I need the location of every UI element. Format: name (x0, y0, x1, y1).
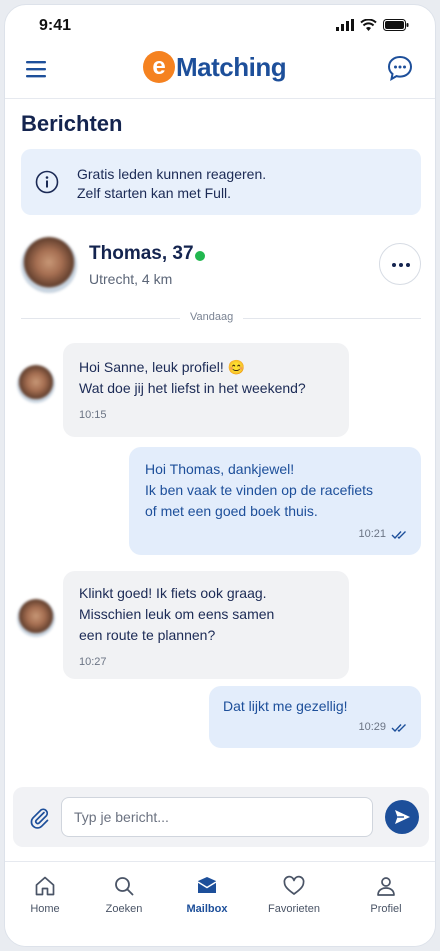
mail-icon (197, 877, 217, 893)
tab-search[interactable]: Zoeken (84, 874, 164, 915)
message-input[interactable] (61, 797, 373, 837)
signal-icon (336, 19, 354, 31)
info-icon (35, 170, 59, 194)
page-title: Berichten (21, 111, 123, 136)
tab-mailbox[interactable]: Mailbox (167, 874, 247, 915)
message-time: 10:15 (79, 409, 107, 421)
tab-label: Mailbox (186, 903, 228, 915)
message-line: Dat lijkt me gezellig! (223, 698, 348, 714)
brand-logo: e Matching (143, 51, 287, 83)
app-screen: 9:41 e Matching Berichten Gratis leden k… (4, 4, 436, 947)
message-meta: 10:29 (358, 717, 409, 738)
message-line: of met een goed boek thuis. (145, 503, 318, 519)
search-icon (115, 877, 134, 896)
message-composer (13, 787, 429, 847)
tab-label: Home (30, 903, 60, 915)
status-bar: 9:41 (5, 5, 435, 43)
contact-header[interactable]: Thomas, 37 Utrecht, 4 km (21, 237, 421, 297)
contact-avatar[interactable] (21, 237, 77, 293)
info-text: Gratis leden kunnen reageren. Zelf start… (77, 165, 266, 203)
message-time: 10:21 (358, 528, 386, 540)
message-bubble-incoming: Hoi Sanne, leuk profiel! 😊 Wat doe jij h… (63, 343, 349, 437)
message-line: een route te plannen? (79, 627, 216, 643)
tab-label: Zoeken (105, 903, 143, 915)
message-time: 10:29 (358, 721, 386, 733)
tab-profile[interactable]: Profiel (346, 874, 426, 915)
bottom-tab-bar: Home Zoeken Mailbox Favorieten Profiel (5, 861, 435, 946)
home-icon (35, 876, 55, 896)
message-meta: 10:21 (358, 524, 409, 545)
more-dot-icon (392, 263, 396, 267)
message-line: Wat doe jij het liefst in het weekend? (79, 380, 306, 396)
info-line-2: Zelf starten kan met Full. (77, 185, 232, 201)
info-banner: Gratis leden kunnen reageren. Zelf start… (21, 149, 421, 215)
person-icon (377, 877, 395, 896)
message-bubble-outgoing: Dat lijkt me gezellig! 10:29 (209, 686, 421, 748)
message-time: 10:27 (79, 656, 107, 668)
tab-label: Profiel (370, 903, 402, 915)
send-icon (395, 810, 410, 824)
message-line: Hoi Sanne, leuk profiel! 😊 (79, 359, 246, 375)
logo-text: Matching (176, 51, 287, 82)
message-bubble-outgoing: Hoi Thomas, dankjewel! Ik ben vaak te vi… (129, 447, 421, 555)
message-line: Hoi Thomas, dankjewel! (145, 461, 295, 477)
app-header: e Matching (5, 43, 435, 99)
read-check-icon (391, 530, 406, 539)
tab-favorites[interactable]: Favorieten (254, 874, 334, 915)
message-bubble-incoming: Klinkt goed! Ik fiets ook graag. Misschi… (63, 571, 349, 679)
contact-name: Thomas, 37 (89, 243, 194, 264)
info-line-1: Gratis leden kunnen reageren. (77, 166, 267, 182)
heart-icon (283, 875, 305, 895)
sender-avatar (17, 365, 55, 403)
status-icons (336, 19, 409, 31)
battery-icon (383, 19, 409, 31)
hamburger-icon[interactable] (23, 55, 51, 83)
wifi-icon (360, 19, 377, 31)
more-dot-icon (406, 263, 410, 267)
chat-bubble-icon[interactable] (385, 53, 415, 83)
status-time: 9:41 (39, 17, 72, 34)
read-check-icon (391, 723, 406, 732)
date-label: Vandaag (180, 311, 244, 323)
sender-avatar (17, 599, 55, 637)
contact-location: Utrecht, 4 km (89, 271, 173, 287)
more-options-button[interactable] (379, 243, 421, 285)
paperclip-icon[interactable] (27, 805, 51, 829)
send-button[interactable] (385, 800, 419, 834)
message-line: Misschien leuk om eens samen (79, 606, 275, 622)
more-dot-icon (399, 263, 403, 267)
logo-letter: e (143, 51, 175, 83)
message-line: Ik ben vaak te vinden op de racefiets (145, 482, 374, 498)
online-indicator (195, 251, 205, 261)
message-line: Klinkt goed! Ik fiets ook graag. (79, 585, 267, 601)
tab-label: Favorieten (268, 903, 320, 915)
tab-home[interactable]: Home (5, 874, 85, 915)
